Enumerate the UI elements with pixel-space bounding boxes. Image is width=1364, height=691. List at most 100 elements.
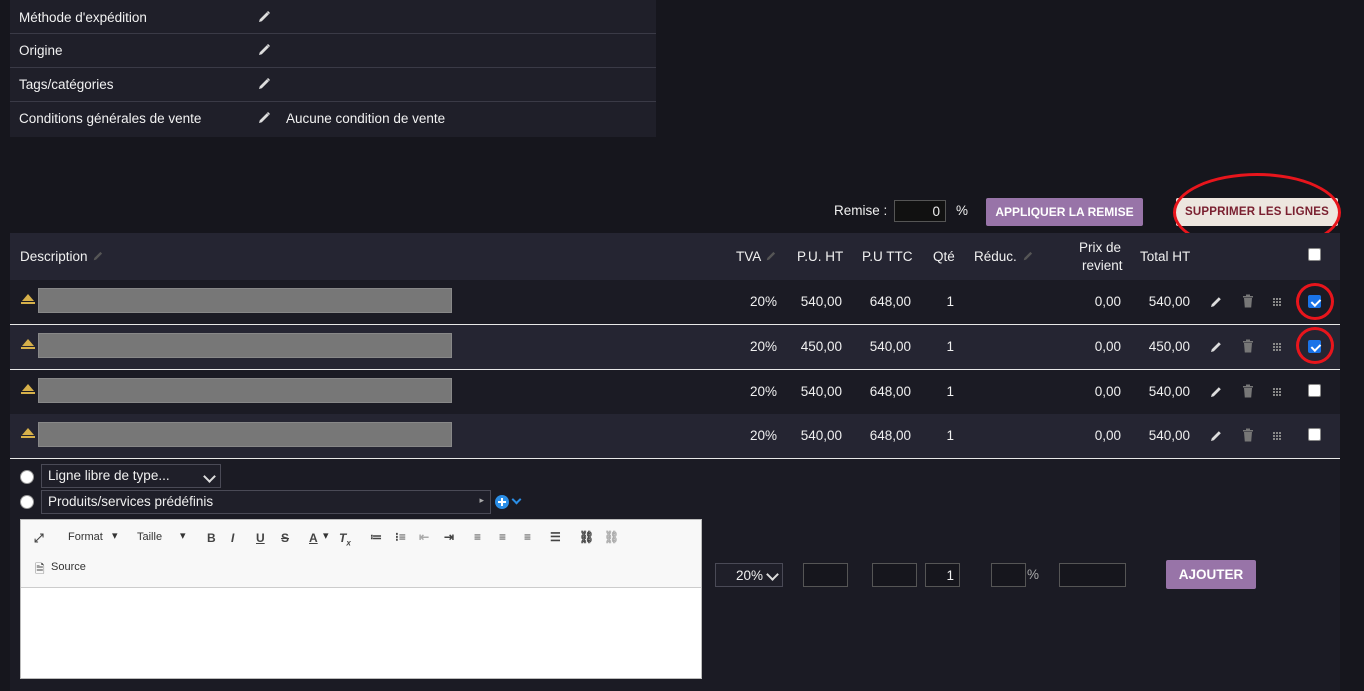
underline-icon[interactable]: U xyxy=(256,531,265,545)
table-row: 20% 540,00 648,00 1 0,00 540,00 xyxy=(10,414,1340,459)
quantity-input[interactable]: 1 xyxy=(925,563,960,587)
unit-price-ht-input[interactable] xyxy=(803,563,848,587)
drag-grip-icon[interactable] xyxy=(1272,387,1282,397)
edit-line-pencil-icon[interactable] xyxy=(1209,385,1223,399)
description-editor[interactable]: ⤢ Format ▾ Taille ▾ B I U S A ▾ Tx ≔ ⁝≡ … xyxy=(20,519,702,679)
order-info-table: Méthode d'expédition Origine Tags/catégo… xyxy=(10,0,656,137)
size-dropdown[interactable]: Taille xyxy=(137,531,162,543)
source-button[interactable]: Source xyxy=(51,561,86,573)
discount-percent-unit: % xyxy=(956,203,969,218)
cell-vat: 20% xyxy=(749,294,777,309)
pencil-icon[interactable] xyxy=(765,250,777,262)
pencil-icon[interactable] xyxy=(257,111,271,125)
format-dropdown[interactable]: Format xyxy=(68,531,103,543)
description-field-redacted[interactable] xyxy=(38,378,452,403)
outdent-icon[interactable]: ⇤ xyxy=(419,530,429,544)
chevron-down-icon xyxy=(203,470,216,483)
info-label: Origine xyxy=(19,43,63,58)
product-expand-icon-base xyxy=(21,302,35,304)
product-expand-icon[interactable] xyxy=(22,384,34,391)
bullet-list-icon[interactable]: ⁝≡ xyxy=(395,530,406,544)
description-field-redacted[interactable] xyxy=(38,288,452,313)
edit-line-pencil-icon[interactable] xyxy=(1209,295,1223,309)
line-checkbox[interactable] xyxy=(1308,428,1321,441)
add-product-plus-icon[interactable] xyxy=(495,495,509,509)
terms-value: Aucune condition de vente xyxy=(286,111,446,126)
unit-price-ttc-input[interactable] xyxy=(872,563,917,587)
pencil-icon[interactable] xyxy=(257,43,271,57)
numbered-list-icon[interactable]: ≔ xyxy=(370,530,382,544)
cell-vat: 20% xyxy=(749,384,777,399)
align-left-icon[interactable]: ≡ xyxy=(474,530,481,544)
cell-vat: 20% xyxy=(749,428,777,443)
header-cost-price-line1: Prix de xyxy=(1079,240,1122,255)
bold-icon[interactable]: B xyxy=(207,531,216,545)
maximize-icon[interactable]: ⤢ xyxy=(34,531,44,546)
free-line-type-select-value: Ligne libre de type... xyxy=(48,468,170,483)
table-row: 20% 450,00 540,00 1 0,00 450,00 xyxy=(10,325,1340,370)
select-all-checkbox[interactable] xyxy=(1308,248,1321,261)
text-color-icon[interactable]: A xyxy=(309,531,318,545)
predefined-product-select[interactable]: Produits/services prédéfinis ▸ xyxy=(41,490,491,514)
align-right-icon[interactable]: ≡ xyxy=(524,530,531,544)
remove-format-icon[interactable]: Tx xyxy=(339,531,351,547)
discount-line-input[interactable] xyxy=(991,563,1026,587)
drag-grip-icon[interactable] xyxy=(1272,297,1282,307)
free-line-type-select[interactable]: Ligne libre de type... xyxy=(41,464,221,488)
info-label: Méthode d'expédition xyxy=(19,10,147,25)
trash-icon[interactable] xyxy=(1242,339,1254,353)
source-file-icon[interactable]: 🗎 xyxy=(35,560,45,581)
indent-icon[interactable]: ⇥ xyxy=(444,530,454,544)
link-icon[interactable]: ⛓ xyxy=(579,530,594,544)
trash-icon[interactable] xyxy=(1242,294,1254,308)
strikethrough-icon[interactable]: S xyxy=(281,531,289,545)
header-quantity: Qté xyxy=(933,249,955,264)
highlight-ring xyxy=(1296,327,1334,364)
unlink-icon[interactable]: ⛓ xyxy=(604,530,619,544)
discount-label: Remise : xyxy=(834,203,888,218)
line-checkbox[interactable] xyxy=(1308,384,1321,397)
product-expand-icon-base xyxy=(21,392,35,394)
pencil-icon[interactable] xyxy=(1022,250,1034,262)
pencil-icon[interactable] xyxy=(257,10,271,24)
add-line-button[interactable]: AJOUTER xyxy=(1166,560,1256,589)
trash-icon[interactable] xyxy=(1242,428,1254,442)
drag-grip-icon[interactable] xyxy=(1272,431,1282,441)
justify-icon[interactable]: ☰ xyxy=(550,530,561,544)
discount-input[interactable] xyxy=(894,200,946,222)
info-label: Conditions générales de vente xyxy=(19,111,202,126)
apply-discount-button[interactable]: APPLIQUER LA REMISE xyxy=(986,198,1143,226)
product-expand-icon[interactable] xyxy=(22,339,34,346)
description-field-redacted[interactable] xyxy=(38,333,452,358)
cell-cost-price: 0,00 xyxy=(1094,294,1121,309)
cell-total-ht: 540,00 xyxy=(1148,384,1190,399)
free-line-radio[interactable] xyxy=(20,470,34,484)
description-field-redacted[interactable] xyxy=(38,422,452,447)
trash-icon[interactable] xyxy=(1242,384,1254,398)
table-row: 20% 540,00 648,00 1 0,00 540,00 xyxy=(10,280,1340,325)
select-arrow-icon: ▸ xyxy=(479,495,484,505)
header-discount: Réduc. xyxy=(974,249,1017,264)
info-row-tags: Tags/catégories xyxy=(10,68,656,102)
cost-price-input[interactable] xyxy=(1059,563,1126,587)
edit-line-pencil-icon[interactable] xyxy=(1209,340,1223,354)
italic-icon[interactable]: I xyxy=(231,531,234,545)
predefined-product-select-value: Produits/services prédéfinis xyxy=(48,494,214,509)
cell-total-ht: 540,00 xyxy=(1148,428,1190,443)
cell-unit-price-ttc: 648,00 xyxy=(869,384,911,399)
pencil-icon[interactable] xyxy=(257,77,271,91)
vat-select[interactable]: 20% xyxy=(715,563,783,587)
edit-line-pencil-icon[interactable] xyxy=(1209,429,1223,443)
predefined-product-radio[interactable] xyxy=(20,495,34,509)
product-expand-icon[interactable] xyxy=(22,428,34,435)
cell-quantity: 1 xyxy=(946,294,954,309)
align-center-icon[interactable]: ≡ xyxy=(499,530,506,544)
pencil-icon[interactable] xyxy=(92,250,104,262)
cell-unit-price-ht: 450,00 xyxy=(800,339,842,354)
cell-cost-price: 0,00 xyxy=(1094,339,1121,354)
cell-unit-price-ttc: 540,00 xyxy=(869,339,911,354)
product-expand-icon[interactable] xyxy=(22,294,34,301)
highlight-ring xyxy=(1296,283,1334,320)
info-label: Tags/catégories xyxy=(19,77,114,92)
drag-grip-icon[interactable] xyxy=(1272,342,1282,352)
